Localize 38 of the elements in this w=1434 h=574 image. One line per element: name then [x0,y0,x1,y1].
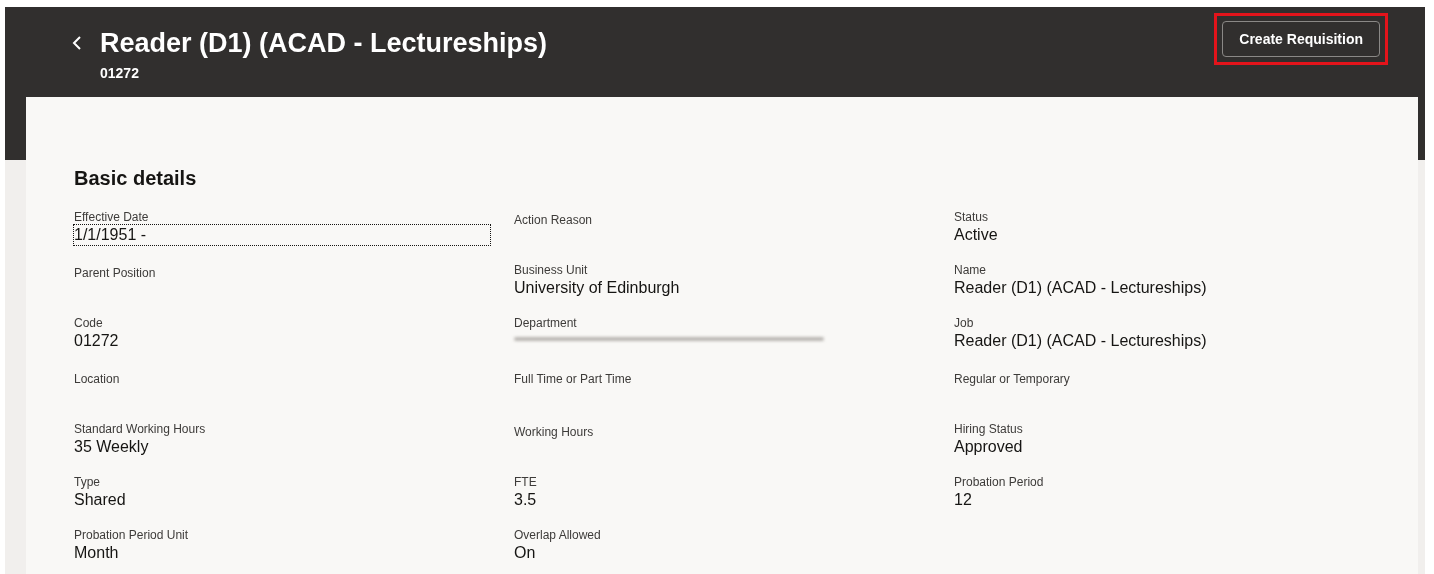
field-label: Code [74,315,103,331]
field-label: Action Reason [514,212,593,228]
back-icon[interactable] [72,35,82,51]
field-value: 35 Weekly [74,437,149,457]
field-label: Location [74,371,120,387]
field-value: On [514,543,536,563]
field-value: 1/1/1951 - [74,225,490,245]
field-label: Department [514,315,577,331]
field-label: Name [954,262,986,278]
field-label: Full Time or Part Time [514,371,632,387]
field-label: Hiring Status [954,421,1023,437]
create-requisition-button[interactable]: Create Requisition [1222,21,1380,57]
field-label: Working Hours [514,424,594,440]
field-label: FTE [514,474,537,490]
field-label: Status [954,209,989,225]
field-value: Active [954,225,998,245]
field-value: 12 [954,490,972,510]
field-label: Business Unit [514,262,588,278]
field-value: 3.5 [514,490,537,510]
field-label: Probation Period Unit [74,527,189,543]
field-value: Reader (D1) (ACAD - Lectureships) [954,331,1207,351]
field-value: Shared [74,490,126,510]
field-label: Job [954,315,974,331]
field-label: Probation Period [954,474,1044,490]
position-code: 01272 [100,64,140,83]
field-label: Standard Working Hours [74,421,206,437]
field-label: Type [74,474,100,490]
field-value: 01272 [74,331,119,351]
field-label: Regular or Temporary [954,371,1070,387]
section-title: Basic details [74,166,198,191]
field-value: Reader (D1) (ACAD - Lectureships) [954,278,1207,298]
field-value: University of Edinburgh [514,278,680,298]
field-value: Approved [954,437,1023,457]
field-label: Overlap Allowed [514,527,601,543]
page-title: Reader (D1) (ACAD - Lectureships) [100,27,548,59]
field-label: Effective Date [74,209,149,225]
field-value: Month [74,543,119,563]
field-label: Parent Position [74,265,156,281]
